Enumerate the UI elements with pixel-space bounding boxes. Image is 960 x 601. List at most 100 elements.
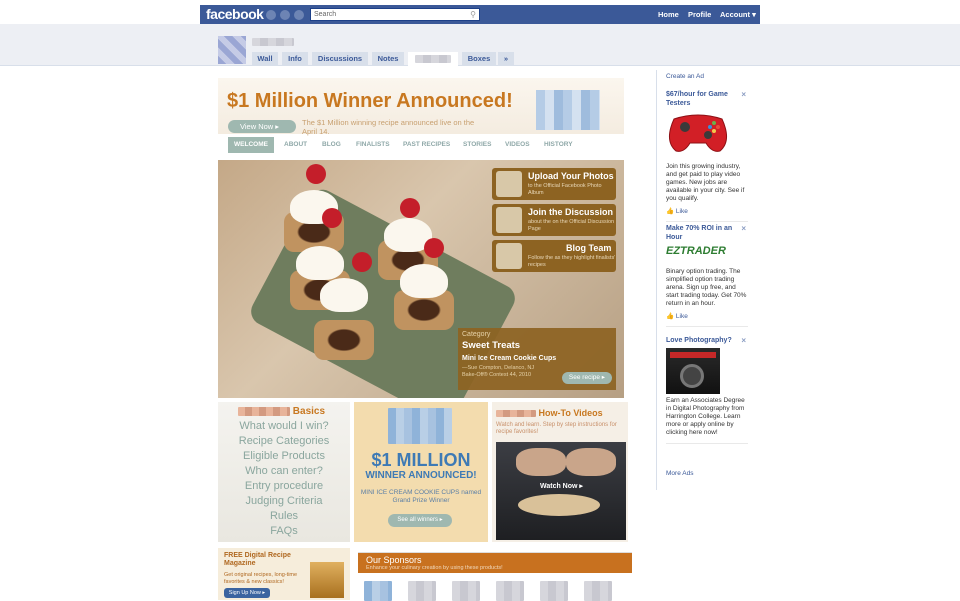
tab-info[interactable]: Info bbox=[282, 52, 308, 66]
cream-topping bbox=[400, 264, 448, 298]
tab-notes[interactable]: Notes bbox=[372, 52, 404, 66]
blog-team-button[interactable]: Blog Team Follow the as they highlight f… bbox=[492, 240, 616, 272]
ad-title[interactable]: Love Photography? bbox=[666, 336, 736, 345]
messages-icon[interactable] bbox=[280, 10, 290, 20]
facebook-logo[interactable]: facebook bbox=[206, 6, 264, 22]
basics-heading: Basics bbox=[238, 406, 325, 417]
raspberry-icon bbox=[322, 208, 342, 228]
blog-team-sub: Follow the as they highlight finalists' … bbox=[528, 255, 616, 268]
menu-finalists[interactable]: FINALISTS bbox=[356, 137, 390, 153]
sponsors-header: Our Sponsors Enhance your culinary creat… bbox=[358, 553, 632, 573]
basics-link[interactable]: Rules bbox=[218, 510, 350, 522]
sponsor-logo-redacted[interactable] bbox=[408, 581, 436, 601]
see-all-winners-button[interactable]: See all winners ▸ bbox=[388, 514, 452, 527]
photos-icon bbox=[496, 171, 522, 197]
close-icon[interactable]: × bbox=[741, 336, 746, 345]
nav-home[interactable]: Home bbox=[658, 10, 679, 19]
ad-game-testers[interactable]: $67/hour for Game Testers × Join this gr… bbox=[666, 90, 748, 222]
hand-graphic bbox=[516, 448, 566, 476]
search-input[interactable]: Search ⚲ bbox=[310, 8, 480, 21]
camera-image[interactable] bbox=[666, 348, 720, 394]
million-winner-panel: $1 MILLION WINNER ANNOUNCED! MINI ICE CR… bbox=[354, 402, 488, 542]
ad-option-trading[interactable]: Make 70% ROI in an Hour × EZTRADER Binar… bbox=[666, 224, 748, 327]
hero-headline: $1 Million Winner Announced! bbox=[227, 90, 513, 112]
profile-header: Wall Info Discussions Notes Boxes » bbox=[0, 24, 960, 66]
upload-photos-sub: to the Official Facebook Photo Album bbox=[528, 183, 602, 196]
tab-wall[interactable]: Wall bbox=[252, 52, 278, 66]
basics-link[interactable]: Eligible Products bbox=[218, 450, 350, 462]
menu-history[interactable]: HISTORY bbox=[544, 137, 573, 153]
menu-welcome[interactable]: WELCOME bbox=[228, 137, 274, 153]
cream-topping bbox=[296, 246, 344, 280]
menu-past-recipes[interactable]: PAST RECIPES bbox=[403, 137, 450, 153]
notifications-icon[interactable] bbox=[294, 10, 304, 20]
banner-strip bbox=[670, 352, 716, 358]
ad-title[interactable]: Make 70% ROI in an Hour bbox=[666, 224, 736, 242]
like-button[interactable]: 👍 Like bbox=[666, 312, 748, 320]
sponsor-logo-redacted[interactable] bbox=[496, 581, 524, 601]
search-icon[interactable]: ⚲ bbox=[470, 9, 476, 20]
join-discussion-button[interactable]: Join the Discussion about the on the Off… bbox=[492, 204, 616, 236]
friends-icon[interactable] bbox=[266, 10, 276, 20]
ad-body: Earn an Associates Degree in Digital Pho… bbox=[666, 397, 745, 436]
eztrader-logo[interactable]: EZTRADER bbox=[666, 245, 748, 265]
hand-graphic bbox=[566, 448, 616, 476]
more-ads-link[interactable]: More Ads bbox=[666, 470, 693, 477]
ad-title[interactable]: $67/hour for Game Testers bbox=[666, 90, 736, 108]
basics-link[interactable]: Entry procedure bbox=[218, 480, 350, 492]
like-button[interactable]: 👍 Like bbox=[666, 207, 748, 215]
join-discussion-sub: about the on the Official Discussion Pag… bbox=[528, 219, 615, 232]
basics-link[interactable]: Recipe Categories bbox=[218, 435, 350, 447]
close-icon[interactable]: × bbox=[741, 224, 746, 233]
blog-team-title: Blog Team bbox=[566, 243, 612, 253]
nav-profile[interactable]: Profile bbox=[688, 10, 711, 19]
basics-link[interactable]: FAQs bbox=[218, 525, 350, 537]
tab-boxes[interactable]: Boxes bbox=[462, 52, 496, 66]
magazine-cover-image bbox=[310, 562, 344, 598]
see-recipe-button[interactable]: See recipe ▸ bbox=[562, 372, 612, 384]
basics-link[interactable]: Judging Criteria bbox=[218, 495, 350, 507]
recipe-author: —Sue Compton, Delanco, NJ bbox=[462, 365, 535, 371]
profile-name-redacted bbox=[252, 38, 294, 46]
controller-image[interactable] bbox=[666, 111, 748, 160]
tab-more[interactable]: » bbox=[498, 52, 514, 66]
hero-subtext: The $1 Million winning recipe announced … bbox=[302, 118, 475, 136]
magazine-sub: Get original recipes, long-time favorite… bbox=[224, 572, 298, 585]
menu-blog[interactable]: BLOG bbox=[322, 137, 341, 153]
sponsor-logo-redacted[interactable] bbox=[540, 581, 568, 601]
category-name: Sweet Treats bbox=[462, 340, 521, 351]
nav-account[interactable]: Account ▾ bbox=[720, 10, 756, 19]
menu-videos[interactable]: VIDEOS bbox=[505, 137, 530, 153]
brand-logo-redacted bbox=[536, 90, 600, 130]
sponsor-logo-redacted[interactable] bbox=[584, 581, 612, 601]
watch-now-button[interactable]: Watch Now ▸ bbox=[540, 482, 583, 490]
raspberry-icon bbox=[306, 164, 326, 184]
view-now-button[interactable]: View Now ▸ bbox=[228, 120, 296, 133]
ad-photography[interactable]: Love Photography? × Earn an Associates D… bbox=[666, 336, 748, 444]
sponsor-logo-redacted[interactable] bbox=[364, 581, 392, 601]
sign-up-button[interactable]: Sign Up Now ▸ bbox=[224, 588, 270, 598]
menu-stories[interactable]: STORIES bbox=[463, 137, 491, 153]
video-thumbnail[interactable]: Watch Now ▸ bbox=[496, 442, 626, 540]
recipe-contest: Bake-Off® Contest 44, 2010 bbox=[462, 372, 532, 378]
basics-link[interactable]: What would I win? bbox=[218, 420, 350, 432]
sponsor-logo-redacted[interactable] bbox=[452, 581, 480, 601]
hero-banner: $1 Million Winner Announced! View Now ▸ … bbox=[218, 78, 624, 136]
basics-link[interactable]: Who can enter? bbox=[218, 465, 350, 477]
topbar: facebook Search ⚲ Home Profile Account ▾ bbox=[0, 0, 960, 25]
join-discussion-title: Join the Discussion bbox=[528, 207, 614, 217]
create-ad-link[interactable]: Create an Ad bbox=[666, 73, 704, 80]
blog-icon bbox=[496, 243, 522, 269]
sponsors-panel: Our Sponsors Enhance your culinary creat… bbox=[358, 552, 632, 601]
upload-photos-button[interactable]: Upload Your Photos to the Official Faceb… bbox=[492, 168, 616, 200]
close-icon[interactable]: × bbox=[741, 90, 746, 99]
million-heading: $1 MILLION bbox=[371, 450, 471, 470]
ad-body: Join this growing industry, and get paid… bbox=[666, 163, 745, 202]
facebook-bar: facebook Search ⚲ Home Profile Account ▾ bbox=[200, 5, 760, 25]
search-placeholder: Search bbox=[314, 11, 337, 18]
profile-picture[interactable] bbox=[218, 36, 246, 64]
tab-discussions[interactable]: Discussions bbox=[312, 52, 368, 66]
tab-app-active[interactable] bbox=[408, 52, 458, 66]
eztrader-brand: EZTRADER bbox=[666, 245, 726, 257]
menu-about[interactable]: ABOUT bbox=[284, 137, 307, 153]
